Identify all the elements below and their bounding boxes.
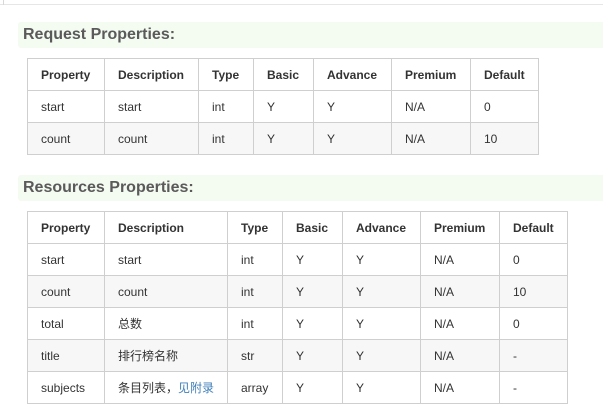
cell-default: - — [499, 339, 568, 372]
resources-section-header: Resources Properties: — [18, 175, 603, 201]
cell-basic: Y — [282, 275, 343, 308]
cell-type: int — [198, 122, 254, 155]
cell-description: start — [104, 90, 199, 123]
cell-premium: N/A — [420, 339, 500, 372]
cell-advance: Y — [342, 275, 421, 308]
column-header-default: Default — [470, 58, 539, 91]
column-header-property: Property — [27, 211, 105, 244]
appendix-link[interactable]: 见附录 — [178, 381, 214, 395]
cell-description: start — [104, 243, 228, 276]
cell-advance: Y — [313, 122, 392, 155]
cell-default: 0 — [499, 243, 568, 276]
column-header-premium: Premium — [420, 211, 500, 244]
cell-description: count — [104, 122, 199, 155]
cell-default: 0 — [499, 307, 568, 340]
cell-premium: N/A — [420, 275, 500, 308]
cell-premium: N/A — [420, 307, 500, 340]
cell-basic: Y — [282, 371, 343, 404]
cell-default: 0 — [470, 90, 539, 123]
request-properties-table: Property Description Type Basic Advance … — [27, 58, 539, 155]
column-header-basic: Basic — [253, 58, 314, 91]
cell-type: array — [227, 371, 283, 404]
column-header-property: Property — [27, 58, 105, 91]
cell-premium: N/A — [391, 90, 471, 123]
cell-advance: Y — [342, 339, 421, 372]
column-header-advance: Advance — [342, 211, 421, 244]
cell-property: start — [27, 90, 105, 123]
cell-default: 10 — [499, 275, 568, 308]
cell-default: - — [499, 371, 568, 404]
table-row: total 总数 int Y Y N/A 0 — [27, 307, 568, 340]
cell-advance: Y — [342, 371, 421, 404]
cell-basic: Y — [282, 243, 343, 276]
table-row: count count int Y Y N/A 10 — [27, 275, 568, 308]
cell-premium: N/A — [420, 243, 500, 276]
cell-property: count — [27, 122, 105, 155]
cell-description: 总数 — [104, 307, 228, 340]
column-header-default: Default — [499, 211, 568, 244]
cell-advance: Y — [313, 90, 392, 123]
table-row: subjects 条目列表，见附录 array Y Y N/A - — [27, 371, 568, 404]
table-row: count count int Y Y N/A 10 — [27, 122, 539, 155]
cell-premium: N/A — [391, 122, 471, 155]
request-section-header: Request Properties: — [18, 22, 603, 48]
cell-description: count — [104, 275, 228, 308]
cell-property: start — [27, 243, 105, 276]
cell-premium: N/A — [420, 371, 500, 404]
column-header-basic: Basic — [282, 211, 343, 244]
table-header-row: Property Description Type Basic Advance … — [27, 58, 539, 91]
cell-basic: Y — [253, 90, 314, 123]
cell-type: int — [227, 243, 283, 276]
resources-section-title: Resources Properties: — [23, 179, 194, 196]
column-header-type: Type — [227, 211, 283, 244]
cell-type: int — [227, 275, 283, 308]
cell-property: total — [27, 307, 105, 340]
column-header-description: Description — [104, 211, 228, 244]
cell-advance: Y — [342, 243, 421, 276]
cell-description: 条目列表，见附录 — [104, 371, 228, 404]
cell-property: title — [27, 339, 105, 372]
cell-description: 排行榜名称 — [104, 339, 228, 372]
column-header-advance: Advance — [313, 58, 392, 91]
table-header-row: Property Description Type Basic Advance … — [27, 211, 568, 244]
top-left-edge — [3, 0, 4, 5]
resources-properties-table: Property Description Type Basic Advance … — [27, 211, 568, 404]
cell-basic: Y — [253, 122, 314, 155]
page: Request Properties: Property Description… — [0, 0, 603, 416]
cell-property: count — [27, 275, 105, 308]
cell-type: str — [227, 339, 283, 372]
column-header-premium: Premium — [391, 58, 471, 91]
cell-type: int — [227, 307, 283, 340]
column-header-description: Description — [104, 58, 199, 91]
request-section-title: Request Properties: — [23, 26, 176, 43]
cell-basic: Y — [282, 339, 343, 372]
table-row: start start int Y Y N/A 0 — [27, 90, 539, 123]
cell-default: 10 — [470, 122, 539, 155]
table-row: start start int Y Y N/A 0 — [27, 243, 568, 276]
subjects-description-text: 条目列表， — [118, 381, 179, 395]
top-divider — [0, 4, 603, 5]
cell-advance: Y — [342, 307, 421, 340]
cell-basic: Y — [282, 307, 343, 340]
cell-type: int — [198, 90, 254, 123]
cell-property: subjects — [27, 371, 105, 404]
column-header-type: Type — [198, 58, 254, 91]
table-row: title 排行榜名称 str Y Y N/A - — [27, 339, 568, 372]
